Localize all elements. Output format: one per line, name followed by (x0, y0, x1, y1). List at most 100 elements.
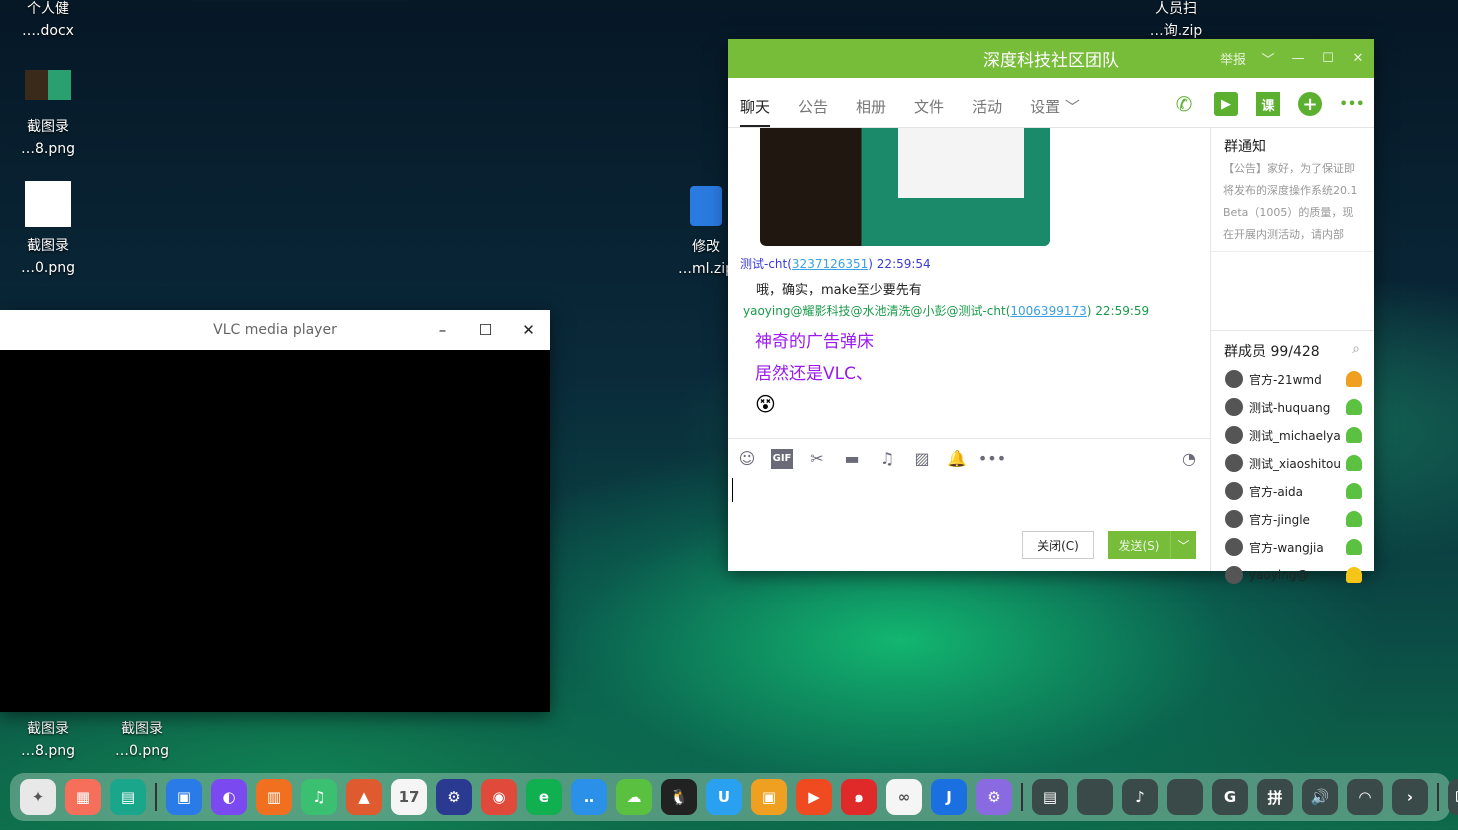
j-app-icon[interactable]: J (931, 779, 967, 815)
chevron-down-icon[interactable]: ﹀ (1260, 49, 1276, 68)
message-input[interactable] (728, 478, 1210, 528)
member-item[interactable]: 官方-jingle (1211, 505, 1374, 533)
tray-blank2-icon[interactable] (1167, 779, 1203, 815)
desktop-file-zip-2[interactable]: 人员扫 …询.zip (1136, 0, 1216, 42)
video-area[interactable] (0, 350, 550, 712)
tray-blank-icon[interactable] (1077, 779, 1113, 815)
member-item[interactable]: 测试_xiaoshitou (1211, 449, 1374, 477)
multitask-icon[interactable]: ▦ (65, 779, 101, 815)
photos-icon[interactable]: ▲ (346, 779, 382, 815)
add-icon[interactable]: + (1298, 92, 1322, 116)
chat-bubble-icon[interactable]: ‥ (571, 779, 607, 815)
desktop-icon[interactable]: ▤ (110, 779, 146, 815)
avatar (1225, 482, 1243, 500)
bell-icon[interactable]: 🔔 (946, 449, 968, 469)
expand-icon[interactable]: › (1392, 779, 1428, 815)
member-list: 官方-21wmd 测试-huquang 测试_michaelya 测试_xiaoshi… (1211, 365, 1374, 589)
desktop-file-screenshot-0[interactable]: 截图录 …0.png (8, 181, 88, 279)
history-icon[interactable]: ◔ (1178, 449, 1200, 469)
message-text: 神奇的广告弹床 (755, 332, 874, 352)
tray-g-icon[interactable]: G (1212, 779, 1248, 815)
shared-screenshot[interactable] (760, 128, 1050, 246)
member-item[interactable]: 测试_michaelya (1211, 421, 1374, 449)
message-text: 哦，确实，make至少要先有 (756, 283, 922, 298)
close-chat-button[interactable]: 关闭(C) (1022, 531, 1094, 559)
tray-music-icon[interactable]: ♪ (1122, 779, 1158, 815)
wifi-icon[interactable]: ◠ (1347, 779, 1383, 815)
send-options-dropdown[interactable]: ﹀ (1170, 531, 1196, 559)
member-item[interactable]: 官方-aida (1211, 477, 1374, 505)
maximize-button[interactable]: ☐ (1320, 51, 1336, 66)
report-button[interactable]: 举报 (1220, 49, 1246, 68)
qq-icon[interactable]: 🐧 (661, 779, 697, 815)
file-manager-icon[interactable]: ▣ (166, 779, 202, 815)
close-button[interactable]: ✕ (507, 310, 550, 350)
minimize-button[interactable]: — (1290, 51, 1306, 66)
config-icon[interactable]: ⚙ (976, 779, 1012, 815)
desktop-file-docx[interactable]: 个人健 ….docx (8, 0, 88, 42)
avatar (1225, 538, 1243, 556)
avatar (1225, 370, 1243, 388)
voice-call-icon[interactable]: ✆ (1172, 92, 1196, 116)
scissors-icon[interactable]: ✂ (806, 449, 828, 469)
user-id-link[interactable]: 3237126351 (792, 257, 868, 271)
qq-titlebar[interactable]: 深度科技社区团队 举报 ﹀ — ☐ ✕ (728, 39, 1374, 78)
avatar (1225, 454, 1243, 472)
member-role-icon (1346, 567, 1362, 583)
emoji-icon[interactable]: ☺ (736, 449, 758, 469)
notice-text[interactable]: 【公告】家好，为了保证即将发布的深度操作系统20.1 Beta（1005）的质量… (1211, 156, 1374, 252)
launcher-icon[interactable]: ✦ (20, 779, 56, 815)
image-icon[interactable]: ▨ (911, 449, 933, 469)
chat-messages[interactable]: 测试-cht(3237126351) 22:59:54 哦，确实，make至少要… (728, 128, 1210, 438)
settings-icon[interactable]: ⚙ (436, 779, 472, 815)
tab-files[interactable]: 文件 (914, 96, 944, 127)
chrome-icon[interactable]: ◉ (481, 779, 517, 815)
wechat-icon[interactable]: ☁ (616, 779, 652, 815)
cup-icon[interactable]: U (706, 779, 742, 815)
more-icon[interactable]: ••• (978, 449, 1006, 469)
desktop-file-screenshot-0b[interactable]: 截图录 …0.png (102, 718, 182, 762)
tab-chat[interactable]: 聊天 (740, 96, 771, 127)
send-button[interactable]: 发送(S) (1108, 531, 1170, 559)
edge-icon[interactable]: e (526, 779, 562, 815)
member-item[interactable]: 官方-21wmd (1211, 365, 1374, 393)
calendar-icon[interactable]: 17 (391, 779, 427, 815)
browser-icon[interactable]: ◐ (211, 779, 247, 815)
vm-icon[interactable]: ▣ (751, 779, 787, 815)
gif-icon[interactable]: GIF (771, 448, 793, 469)
desktop-file-screenshot-8[interactable]: 截图录 …8.png (8, 70, 88, 160)
close-button[interactable]: ✕ (1350, 51, 1366, 66)
search-icon[interactable]: ⌕ (1352, 341, 1360, 357)
thumbnail (25, 70, 71, 100)
tab-announcement[interactable]: 公告 (798, 96, 828, 127)
minimize-button[interactable]: – (421, 310, 464, 350)
input-toolbar: ☺ GIF ✂ ▬ ♫ ▨ 🔔 ••• ◔ (728, 438, 1210, 478)
member-item[interactable]: 测试-huquang (1211, 393, 1374, 421)
baidu-disk-icon[interactable]: ∞ (886, 779, 922, 815)
user-id-link[interactable]: 1006399173 (1010, 304, 1086, 318)
netease-music-icon[interactable]: ๑ (841, 779, 877, 815)
music-icon[interactable]: ♫ (301, 779, 337, 815)
input-method-icon[interactable]: 拼 (1257, 779, 1293, 815)
volume-icon[interactable]: 🔊 (1302, 779, 1338, 815)
app-store-icon[interactable]: ▥ (256, 779, 292, 815)
tab-activity[interactable]: 活动 (972, 96, 1002, 127)
window-title: VLC media player (213, 322, 337, 338)
maximize-button[interactable]: ☐ (464, 310, 507, 350)
tab-settings[interactable]: 设置 ﹀ (1030, 96, 1080, 127)
folder-icon[interactable]: ▬ (841, 449, 863, 469)
music-icon[interactable]: ♫ (876, 449, 898, 469)
member-item[interactable]: yaoying@ (1211, 561, 1374, 589)
member-role-icon (1346, 511, 1362, 527)
keyboard-icon[interactable]: ⌨ (1448, 779, 1458, 815)
more-icon[interactable]: ••• (1340, 92, 1365, 116)
desktop-file-screenshot-8b[interactable]: 截图录 …8.png (8, 718, 88, 762)
message-header: 测试-cht(3237126351) 22:59:54 (740, 257, 931, 271)
video-call-icon[interactable]: ▶ (1214, 92, 1238, 116)
tray-app-icon[interactable]: ▤ (1032, 779, 1068, 815)
member-item[interactable]: 官方-wangjia (1211, 533, 1374, 561)
tab-album[interactable]: 相册 (856, 96, 886, 127)
video-icon[interactable]: ▶ (796, 779, 832, 815)
vlc-titlebar[interactable]: VLC media player – ☐ ✕ (0, 310, 550, 350)
course-icon[interactable]: 课 (1256, 92, 1280, 116)
